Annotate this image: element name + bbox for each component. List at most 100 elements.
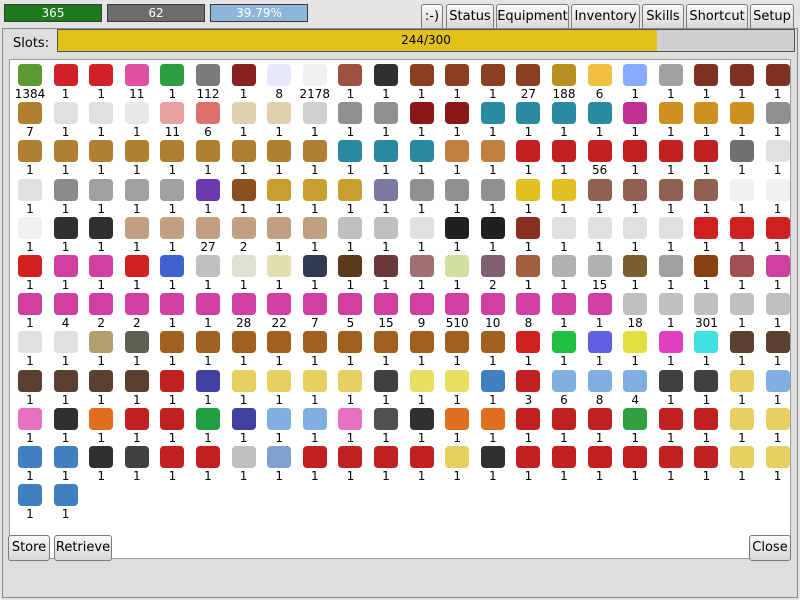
storage-slot[interactable]: 1	[617, 215, 653, 253]
storage-slot[interactable]: 1	[404, 100, 440, 139]
storage-slot[interactable]: 1	[119, 253, 155, 292]
storage-slot[interactable]: 1	[724, 100, 760, 139]
storage-slot[interactable]: 1	[368, 215, 404, 253]
storage-slot[interactable]: 1	[261, 329, 297, 368]
storage-slot[interactable]: 7	[12, 100, 48, 139]
storage-slot[interactable]: 1	[119, 444, 155, 483]
storage-slot[interactable]: 1	[297, 253, 333, 292]
storage-slot[interactable]: 1	[760, 138, 790, 177]
storage-slot[interactable]: 1	[653, 100, 689, 139]
equipment-button[interactable]: Equipment	[496, 4, 569, 30]
storage-slot[interactable]: 1	[12, 368, 48, 406]
storage-slot[interactable]: 1	[297, 138, 333, 177]
storage-slot[interactable]: 1	[48, 368, 84, 406]
storage-slot[interactable]: 1	[119, 215, 155, 253]
storage-slot[interactable]: 1	[48, 482, 84, 521]
storage-slot[interactable]: 1	[12, 253, 48, 292]
storage-slot[interactable]: 1	[439, 253, 475, 292]
storage-slot[interactable]: 1	[617, 444, 653, 483]
storage-slot[interactable]: 1	[582, 291, 618, 330]
storage-slot[interactable]: 1	[653, 291, 689, 330]
storage-slot[interactable]: 1	[404, 368, 440, 406]
storage-slot[interactable]: 10	[475, 291, 511, 330]
storage-slot[interactable]: 1	[48, 406, 84, 444]
storage-slot[interactable]: 1	[724, 368, 760, 406]
storage-slot[interactable]: 1	[297, 406, 333, 444]
storage-slot[interactable]: 1	[190, 291, 226, 330]
storage-slot[interactable]: 1	[226, 138, 262, 177]
storage-slot[interactable]: 1	[688, 215, 724, 253]
storage-slot[interactable]: 15	[582, 253, 618, 292]
retrieve-button[interactable]: Retrieve	[54, 535, 112, 561]
storage-slot[interactable]: 1	[582, 406, 618, 444]
storage-slot[interactable]: 1	[297, 100, 333, 139]
storage-slot[interactable]: 1	[154, 406, 190, 444]
storage-slot[interactable]: 1	[83, 100, 119, 139]
storage-slot[interactable]: 1	[724, 177, 760, 215]
storage-slot[interactable]: 15	[368, 291, 404, 330]
storage-slot[interactable]: 8	[510, 291, 546, 330]
storage-slot[interactable]: 11	[154, 100, 190, 139]
storage-slot[interactable]: 1	[226, 368, 262, 406]
storage-slot[interactable]: 1	[332, 368, 368, 406]
storage-slot[interactable]: 1	[439, 215, 475, 253]
storage-slot[interactable]: 1	[119, 406, 155, 444]
storage-slot[interactable]: 1	[368, 177, 404, 215]
storage-slot[interactable]: 1	[154, 215, 190, 253]
storage-slot[interactable]: 1	[404, 329, 440, 368]
storage-slot[interactable]: 1	[332, 215, 368, 253]
storage-slot[interactable]: 1	[297, 368, 333, 406]
storage-slot[interactable]: 1	[297, 177, 333, 215]
storage-slot[interactable]: 1	[154, 138, 190, 177]
storage-slot[interactable]: 1	[617, 406, 653, 444]
storage-slot[interactable]: 1	[510, 329, 546, 368]
storage-slot[interactable]: 1	[12, 177, 48, 215]
storage-slot[interactable]: 1	[154, 62, 190, 101]
storage-slot[interactable]: 1	[154, 253, 190, 292]
storage-slot[interactable]: 1	[439, 62, 475, 101]
storage-slot[interactable]: 1	[119, 100, 155, 139]
storage-slot[interactable]: 1	[332, 62, 368, 101]
storage-slot[interactable]: 1	[617, 253, 653, 292]
storage-slot[interactable]: 1	[190, 177, 226, 215]
storage-slot[interactable]: 1	[439, 329, 475, 368]
storage-slot[interactable]: 2	[83, 291, 119, 330]
storage-slot[interactable]: 1	[154, 444, 190, 483]
storage-slot[interactable]: 27	[190, 215, 226, 253]
storage-slot[interactable]: 1	[510, 253, 546, 292]
storage-slot[interactable]: 6	[546, 368, 582, 406]
storage-slot[interactable]: 1	[439, 406, 475, 444]
storage-slot[interactable]: 1	[332, 444, 368, 483]
storage-slot[interactable]: 1	[653, 215, 689, 253]
storage-slot[interactable]: 1	[119, 138, 155, 177]
storage-slot[interactable]: 1	[261, 215, 297, 253]
storage-slot[interactable]: 1	[760, 406, 790, 444]
storage-slot[interactable]: 1	[724, 215, 760, 253]
storage-slot[interactable]: 1	[760, 177, 790, 215]
storage-slot[interactable]: 1	[404, 215, 440, 253]
storage-slot[interactable]: 1	[653, 329, 689, 368]
storage-slot[interactable]: 1	[83, 368, 119, 406]
storage-slot[interactable]: 1	[368, 444, 404, 483]
storage-slot[interactable]: 1	[83, 177, 119, 215]
storage-slot[interactable]: 1	[48, 215, 84, 253]
storage-slot[interactable]: 1	[582, 444, 618, 483]
storage-slot[interactable]: 1	[546, 138, 582, 177]
storage-slot[interactable]: 1	[617, 100, 653, 139]
storage-slot[interactable]: 2178	[297, 62, 333, 101]
storage-slot[interactable]: 1	[582, 177, 618, 215]
storage-slot[interactable]: 1	[546, 329, 582, 368]
storage-slot[interactable]: 1	[48, 329, 84, 368]
storage-slot[interactable]: 1	[119, 329, 155, 368]
storage-slot[interactable]: 1	[546, 215, 582, 253]
storage-slot[interactable]: 1	[546, 291, 582, 330]
storage-slot[interactable]: 4	[617, 368, 653, 406]
storage-slot[interactable]: 1	[190, 444, 226, 483]
storage-slot[interactable]: 1	[404, 253, 440, 292]
storage-slot[interactable]: 1	[332, 177, 368, 215]
storage-slot[interactable]: 7	[297, 291, 333, 330]
storage-slot[interactable]: 1	[297, 444, 333, 483]
storage-slot[interactable]: 1	[261, 444, 297, 483]
storage-slot[interactable]: 1	[582, 329, 618, 368]
storage-slot[interactable]: 28	[226, 291, 262, 330]
